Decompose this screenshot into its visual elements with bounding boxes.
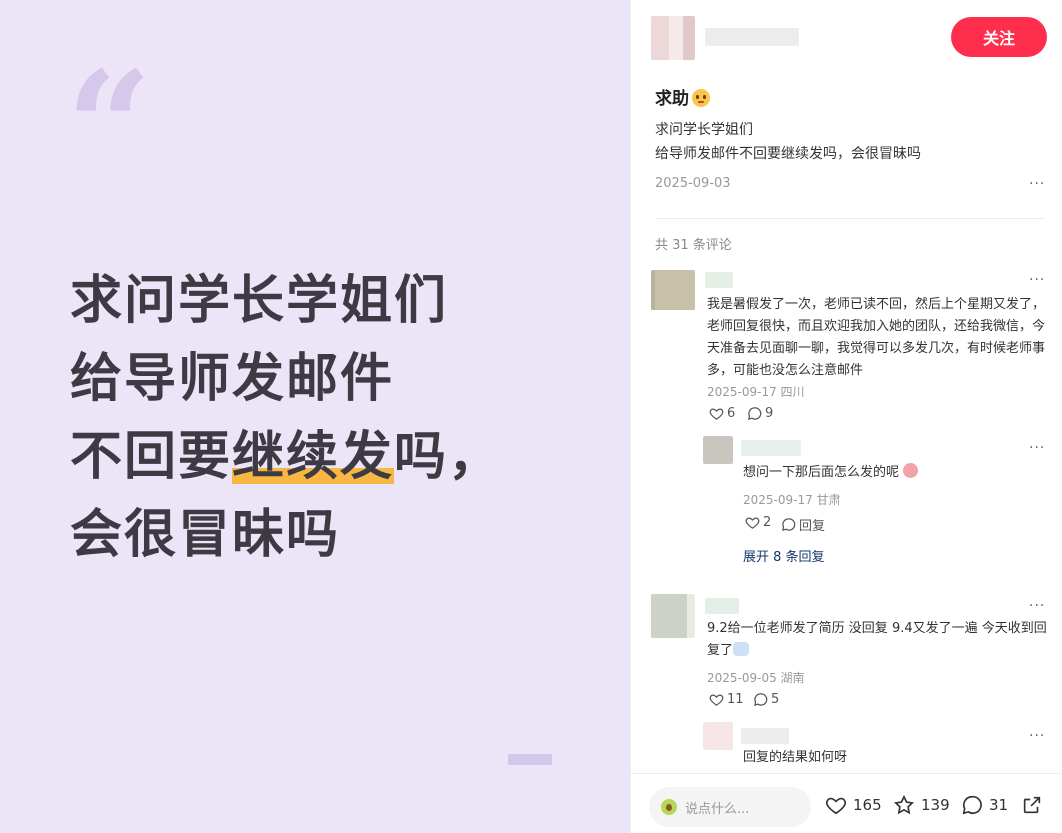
reply-like-button[interactable]: 2 [745, 515, 771, 530]
reply-reply-button[interactable]: 回复 [781, 515, 825, 534]
cover-line-4: 会很冒昧吗 [70, 505, 341, 565]
avocado-icon [661, 799, 677, 815]
comment-like-count: 11 [727, 692, 744, 707]
reply-text: 回复的结果如何呀 [743, 750, 848, 765]
reply-text-content: 想问一下那后面怎么发的呢 [743, 465, 900, 480]
emoji-icon [903, 463, 919, 478]
comment-more-icon[interactable]: ··· [1029, 272, 1045, 288]
reply-more-icon[interactable]: ··· [1029, 728, 1045, 744]
cover-line-1: 求问学长学姐们 [70, 271, 449, 331]
cover-headline: 求问学长学姐们 给导师发邮件 不回要继续发吗， 会很冒昧吗 [70, 262, 502, 574]
reply-name-blurred[interactable] [741, 440, 801, 456]
post-cover-image[interactable]: “ 求问学长学姐们 给导师发邮件 不回要继续发吗， 会很冒昧吗 [0, 0, 630, 833]
heart-icon [709, 694, 724, 706]
post-more-icon[interactable]: ··· [1029, 176, 1045, 192]
post-body-line-1: 求问学长学姐们 [655, 122, 753, 138]
comment-bubble-icon [782, 518, 796, 532]
comment-input-placeholder: 说点什么... [685, 801, 750, 817]
comment-like-button[interactable]: 11 [709, 692, 744, 707]
share-icon [1023, 796, 1041, 814]
author-name-blurred[interactable] [705, 28, 799, 46]
cover-highlight: 继续发 [232, 418, 395, 496]
comment-bubble-icon [748, 407, 762, 421]
post-title-text: 求助 [655, 89, 689, 109]
reply-name-blurred[interactable] [741, 728, 789, 744]
post-title: 求助 [655, 84, 710, 109]
post-detail-panel: 关注 求助 求问学长学姐们 给导师发邮件不回要继续发吗，会很冒昧吗 2025-0… [630, 0, 1062, 833]
commenter-avatar[interactable] [651, 594, 695, 638]
reply-more-icon[interactable]: ··· [1029, 440, 1045, 456]
comment-meta: 2025-09-05 湖南 [707, 671, 805, 685]
star-icon [893, 794, 915, 815]
bottom-action-bar: 说点什么... 165 139 31 [631, 773, 1062, 833]
pleading-face-icon [692, 89, 710, 107]
heart-icon [826, 797, 846, 815]
cover-line-3-post: 吗， [394, 427, 503, 487]
commenter-name-blurred[interactable] [705, 598, 739, 614]
comment-like-button[interactable]: 6 [709, 406, 735, 421]
reply-like-count: 2 [763, 515, 772, 530]
like-button[interactable]: 165 [825, 794, 882, 816]
like-count: 165 [853, 796, 882, 814]
cover-line-3: 不回要继续发吗， [70, 418, 502, 496]
commenter-avatar[interactable] [651, 270, 695, 310]
comment-meta: 2025-09-17 四川 [707, 385, 805, 399]
quote-mark-decoration: “ [66, 39, 152, 215]
commenter-name-blurred[interactable] [705, 272, 733, 288]
follow-button[interactable]: 关注 [951, 17, 1047, 57]
comment-total-count: 31 [989, 796, 1009, 814]
heart-icon [745, 517, 760, 529]
comment-reply-button[interactable]: 5 [753, 692, 779, 707]
cover-line-2: 给导师发邮件 [70, 349, 395, 409]
expand-replies-link[interactable]: 展开 8 条回复 [743, 546, 825, 565]
collect-button[interactable]: 139 [893, 794, 950, 816]
collect-count: 139 [921, 796, 950, 814]
comment-reply-count: 5 [771, 692, 780, 707]
divider [655, 218, 1045, 219]
comment-text: 我是暑假发了一次，老师已读不回，然后上个星期又发了，老师回复很快，而且欢迎我加入… [707, 297, 1046, 378]
comment-like-count: 6 [727, 406, 736, 421]
cover-highlight-text: 继续发 [232, 427, 395, 487]
reply-avatar[interactable] [703, 722, 733, 750]
comment-count: 共 31 条评论 [655, 238, 732, 253]
cover-decoration-bar [508, 754, 552, 765]
post-body-line-2: 给导师发邮件不回要继续发吗，会很冒昧吗 [655, 146, 921, 162]
reply-reply-label: 回复 [799, 519, 826, 534]
comment-input[interactable]: 说点什么... [649, 787, 811, 827]
emoji-icon [733, 642, 750, 656]
comment-bubble-icon [962, 795, 982, 815]
reply-meta: 2025-09-17 甘肃 [743, 493, 841, 507]
comment-reply-count: 9 [765, 406, 774, 421]
author-avatar[interactable] [651, 16, 695, 60]
post-date: 2025-09-03 [655, 176, 731, 191]
comment-more-icon[interactable]: ··· [1029, 598, 1045, 614]
comment-text-content: 9.2给一位老师发了简历 没回复 9.4又发了一遍 今天收到回复了 [707, 621, 1047, 658]
reply-text: 想问一下那后面怎么发的呢 [743, 462, 919, 484]
comment-button[interactable]: 31 [961, 794, 1008, 816]
comment-text: 9.2给一位老师发了简历 没回复 9.4又发了一遍 今天收到回复了 [707, 618, 1047, 662]
heart-icon [709, 408, 724, 420]
comment-bubble-icon [754, 693, 768, 707]
comment-reply-button[interactable]: 9 [747, 406, 773, 421]
post-body: 求问学长学姐们 给导师发邮件不回要继续发吗，会很冒昧吗 [655, 118, 921, 166]
cover-line-3-pre: 不回要 [70, 427, 233, 487]
reply-avatar[interactable] [703, 436, 733, 464]
share-button[interactable] [1021, 794, 1043, 816]
